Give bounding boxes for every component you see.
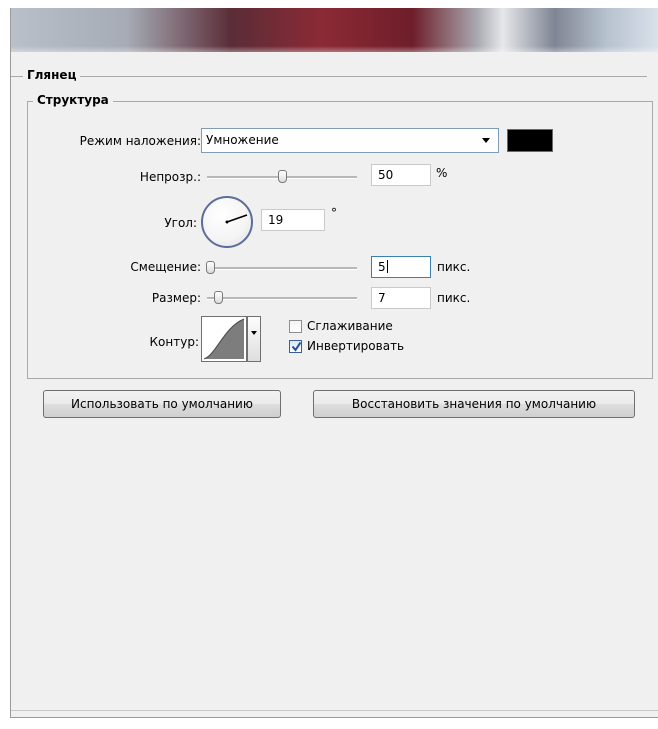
angle-needle-icon [225, 214, 248, 224]
anti-alias-checkbox[interactable] [289, 320, 302, 333]
size-slider-thumb[interactable] [214, 291, 223, 304]
invert-label: Инвертировать [307, 339, 405, 353]
distance-input[interactable]: 5 [371, 256, 431, 278]
angle-unit: ° [331, 206, 337, 220]
angle-label: Угол: [164, 216, 197, 230]
text-cursor [386, 260, 388, 273]
opacity-label: Непрозр.: [139, 170, 201, 184]
angle-dial[interactable] [201, 196, 253, 248]
opacity-input[interactable]: 50 [371, 164, 431, 186]
title-bar-background [11, 8, 658, 52]
group-title: Структура [33, 93, 113, 107]
section-separator [11, 76, 647, 77]
size-unit: пикс. [437, 291, 471, 305]
size-label: Размер: [151, 291, 201, 305]
chevron-down-icon [482, 138, 490, 143]
contour-preview[interactable] [201, 316, 247, 362]
anti-alias-label: Сглаживание [307, 319, 393, 333]
blend-color-swatch[interactable] [507, 129, 553, 152]
distance-value: 5 [378, 260, 386, 274]
opacity-slider-thumb[interactable] [278, 170, 287, 183]
section-title: Глянец [23, 68, 81, 82]
angle-input[interactable]: 19 [261, 209, 325, 231]
checkmark-icon [291, 341, 302, 352]
distance-unit: пикс. [437, 260, 471, 274]
distance-slider-thumb[interactable] [206, 261, 215, 274]
size-input[interactable]: 7 [371, 287, 431, 309]
distance-label: Смещение: [130, 260, 201, 274]
reset-default-button[interactable]: Восстановить значения по умолчанию [313, 390, 635, 418]
contour-label: Контур: [149, 335, 199, 349]
chevron-down-icon [251, 331, 257, 335]
blend-mode-label: Режим наложения: [79, 134, 201, 148]
contour-curve-icon [203, 318, 245, 360]
bottom-divider [11, 710, 658, 711]
opacity-unit: % [436, 166, 448, 180]
contour-dropdown-button[interactable] [247, 316, 261, 362]
make-default-button[interactable]: Использовать по умолчанию [43, 390, 281, 418]
distance-slider-track[interactable] [207, 267, 357, 270]
blend-mode-value: Умножение [206, 133, 279, 147]
blend-mode-select[interactable]: Умножение [201, 128, 499, 153]
invert-checkbox[interactable] [289, 340, 302, 353]
layer-style-panel: Глянец Структура Режим наложения: Умноже… [10, 8, 658, 718]
size-slider-track[interactable] [207, 297, 357, 300]
